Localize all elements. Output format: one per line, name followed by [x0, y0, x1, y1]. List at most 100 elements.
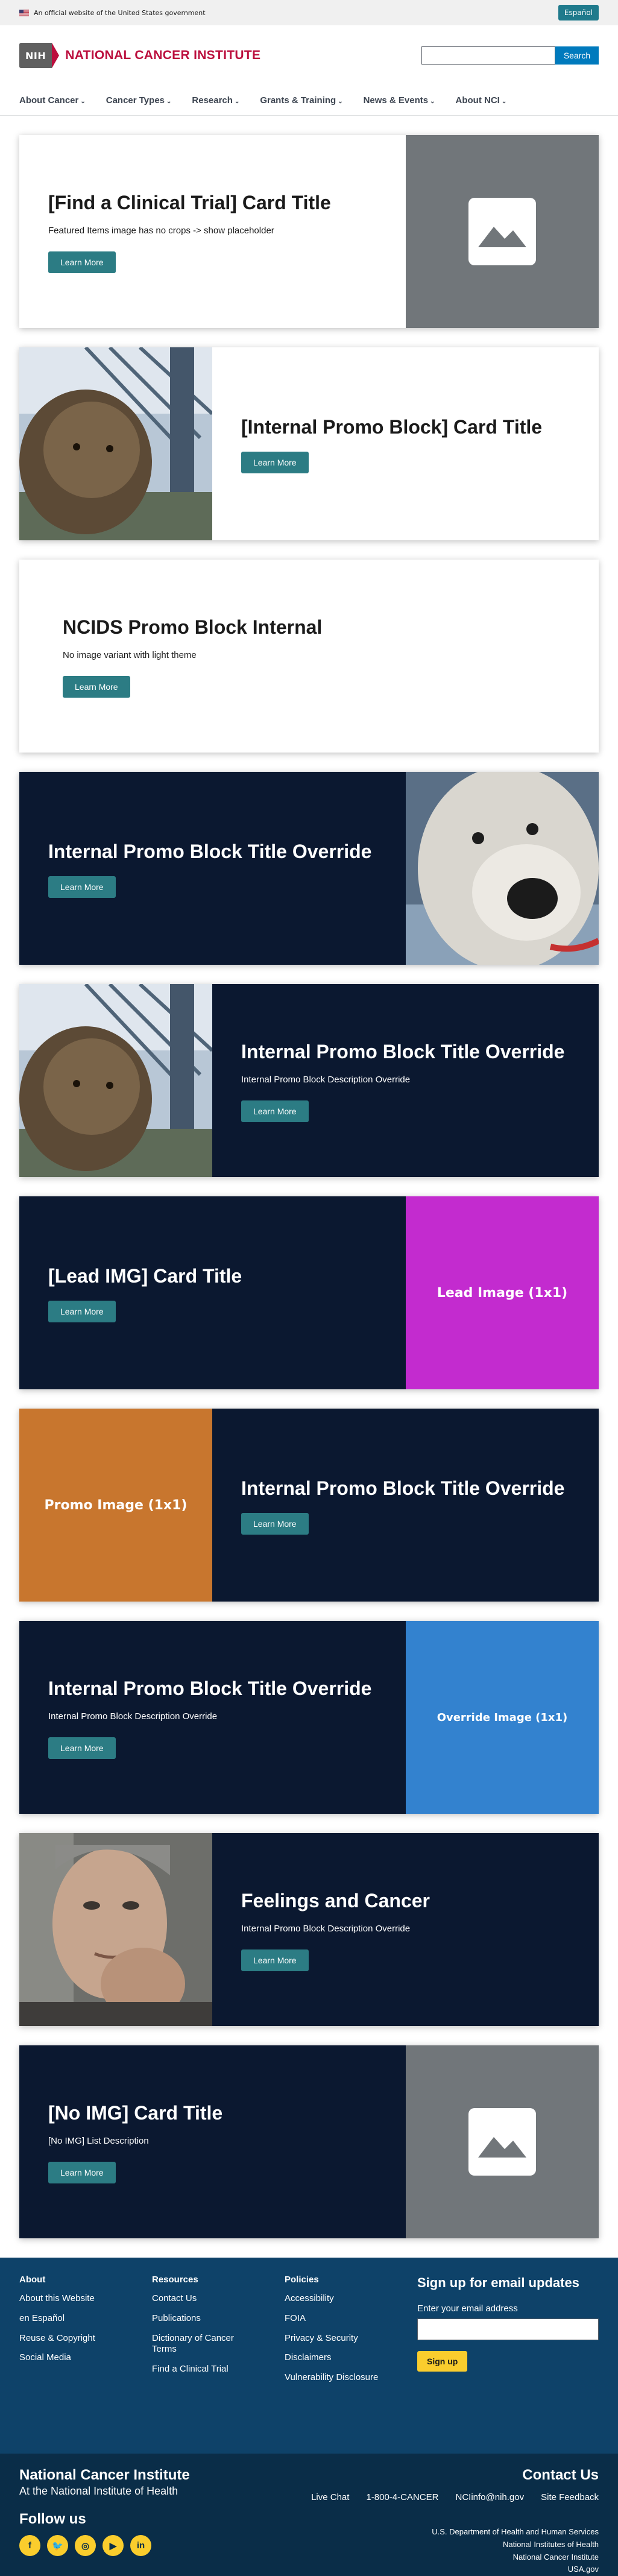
- footer-link[interactable]: Privacy & Security: [285, 2333, 417, 2344]
- learn-more-button[interactable]: Learn More: [48, 1737, 116, 1759]
- card-title: [Find a Clinical Trial] Card Title: [48, 192, 331, 214]
- main-nav: About Cancer ⌄ Cancer Types ⌄ Research ⌄ Gr…: [0, 86, 618, 116]
- learn-more-button[interactable]: Learn More: [241, 451, 309, 473]
- card-text: [Internal Promo Block] Card Title Learn …: [212, 347, 599, 540]
- card-title: Internal Promo Block Title Override: [241, 1041, 565, 1063]
- footer-link[interactable]: Dictionary of Cancer Terms: [152, 2333, 254, 2356]
- dog-bridge-photo: [19, 984, 212, 1177]
- footer-col-about: About About this Website en Español Reus…: [19, 2275, 152, 2454]
- youtube-icon[interactable]: ▶: [102, 2535, 124, 2556]
- nav-research[interactable]: Research ⌄: [192, 95, 239, 106]
- gov-link[interactable]: USA.gov: [432, 2563, 599, 2576]
- learn-more-button[interactable]: Learn More: [48, 251, 116, 273]
- card-text: [Lead IMG] Card Title Learn More: [19, 1196, 406, 1389]
- card-text: [Find a Clinical Trial] Card Title Featu…: [19, 135, 406, 328]
- live-chat-link[interactable]: Live Chat: [311, 2492, 349, 2502]
- nih-logo-text: NIH: [19, 43, 52, 68]
- footer-heading: Policies: [285, 2275, 319, 2285]
- footer-link[interactable]: Disclaimers: [285, 2352, 417, 2364]
- espanol-button[interactable]: Español: [558, 5, 599, 21]
- footer-link[interactable]: About this Website: [19, 2293, 152, 2305]
- search-form: Search: [421, 46, 599, 65]
- card-text: [No IMG] Card Title [No IMG] List Descri…: [19, 2045, 406, 2238]
- footer-link[interactable]: FOIA: [285, 2313, 417, 2325]
- footer-link[interactable]: Social Media: [19, 2352, 152, 2364]
- footer-col-resources: Resources Contact Us Publications Dictio…: [152, 2275, 285, 2454]
- card-description: [No IMG] List Description: [48, 2136, 149, 2147]
- sub-footer: National Cancer Institute At the Nationa…: [0, 2454, 618, 2576]
- nih-arrow-icon: [52, 43, 60, 68]
- promo-card: Promo Image (1x1) Internal Promo Block T…: [19, 1409, 599, 1602]
- image-placeholder: [406, 135, 599, 328]
- phone-link[interactable]: 1-800-4-CANCER: [366, 2492, 438, 2502]
- card-text: Internal Promo Block Title Override Inte…: [212, 984, 599, 1177]
- linkedin-icon[interactable]: in: [130, 2535, 151, 2556]
- nav-label: Research: [192, 95, 233, 106]
- logo-name: NATIONAL CANCER INSTITUTE: [65, 48, 261, 62]
- nci-logo[interactable]: NIH NATIONAL CANCER INSTITUTE: [19, 43, 260, 68]
- chevron-down-icon: ⌄: [234, 98, 240, 105]
- search-input[interactable]: [421, 46, 555, 65]
- footer-link[interactable]: en Español: [19, 2313, 152, 2325]
- card-description: Internal Promo Block Description Overrid…: [241, 1924, 411, 1934]
- signup-label: Enter your email address: [417, 2303, 518, 2314]
- card-description: Featured Items image has no crops -> sho…: [48, 226, 274, 236]
- lead-image: Lead Image (1x1): [406, 1196, 599, 1389]
- nav-about-cancer[interactable]: About Cancer ⌄: [19, 95, 86, 106]
- nav-grants-training[interactable]: Grants & Training ⌄: [260, 95, 342, 106]
- learn-more-button[interactable]: Learn More: [63, 675, 130, 698]
- card-title: Feelings and Cancer: [241, 1890, 430, 1912]
- card-title: [No IMG] Card Title: [48, 2102, 223, 2124]
- dog-bridge-photo: [19, 347, 212, 540]
- footer-link[interactable]: Publications: [152, 2313, 285, 2325]
- learn-more-button[interactable]: Learn More: [48, 876, 116, 898]
- learn-more-button[interactable]: Learn More: [241, 1949, 309, 1971]
- card-text: NCIDS Promo Block Internal No image vari…: [19, 560, 599, 753]
- footer-link[interactable]: Find a Clinical Trial: [152, 2364, 285, 2375]
- card-image: Lead Image (1x1): [406, 1196, 599, 1389]
- promo-card: [Internal Promo Block] Card Title Learn …: [19, 347, 599, 540]
- nav-about-nci[interactable]: About NCI ⌄: [456, 95, 507, 106]
- card-description: No image variant with light theme: [63, 650, 197, 661]
- gov-banner: An official website of the United States…: [0, 0, 618, 25]
- promo-card: [Find a Clinical Trial] Card Title Featu…: [19, 135, 599, 328]
- footer-link[interactable]: Reuse & Copyright: [19, 2333, 152, 2344]
- instagram-icon[interactable]: ◎: [75, 2535, 96, 2556]
- learn-more-button[interactable]: Learn More: [48, 2161, 116, 2183]
- gov-banner-left: An official website of the United States…: [19, 9, 206, 17]
- learn-more-button[interactable]: Learn More: [241, 1100, 309, 1122]
- chevron-down-icon: ⌄: [80, 98, 86, 105]
- card-title: NCIDS Promo Block Internal: [63, 616, 323, 639]
- sign-up-button[interactable]: Sign up: [417, 2350, 468, 2372]
- site-footer: About About this Website en Español Reus…: [0, 2258, 618, 2454]
- card-text: Internal Promo Block Title Override Lear…: [212, 1409, 599, 1602]
- site-feedback-link[interactable]: Site Feedback: [541, 2492, 599, 2502]
- twitter-icon[interactable]: 🐦: [47, 2535, 68, 2556]
- gov-link[interactable]: National Cancer Institute: [432, 2551, 599, 2564]
- gov-link[interactable]: U.S. Department of Health and Human Serv…: [432, 2526, 599, 2539]
- promo-card: [Lead IMG] Card Title Learn More Lead Im…: [19, 1196, 599, 1389]
- contact-us-heading: Contact Us: [522, 2467, 599, 2483]
- search-button[interactable]: Search: [555, 46, 599, 65]
- image-placeholder-icon: [468, 198, 536, 265]
- facebook-icon[interactable]: f: [19, 2535, 40, 2556]
- footer-link[interactable]: Accessibility: [285, 2293, 417, 2305]
- learn-more-button[interactable]: Learn More: [241, 1512, 309, 1535]
- gov-link[interactable]: National Institutes of Health: [432, 2539, 599, 2551]
- footer-link[interactable]: Contact Us: [152, 2293, 285, 2305]
- chevron-down-icon: ⌄: [430, 98, 435, 105]
- footer-col-policies: Policies Accessibility FOIA Privacy & Se…: [285, 2275, 417, 2454]
- promo-card: Feelings and Cancer Internal Promo Block…: [19, 1833, 599, 2026]
- signup-title: Sign up for email updates: [417, 2275, 579, 2290]
- nav-news-events[interactable]: News & Events ⌄: [364, 95, 435, 106]
- elderly-woman-photo: [19, 1833, 212, 2026]
- email-signup: Sign up for email updates Enter your ema…: [417, 2275, 599, 2454]
- learn-more-button[interactable]: Learn More: [48, 1300, 116, 1322]
- contact-links: Live Chat 1-800-4-CANCER NCIinfo@nih.gov…: [311, 2492, 599, 2502]
- footer-link[interactable]: Vulnerability Disclosure: [285, 2372, 417, 2384]
- nav-cancer-types[interactable]: Cancer Types ⌄: [106, 95, 172, 106]
- email-field[interactable]: [417, 2318, 599, 2340]
- card-image: [19, 1833, 212, 2026]
- nav-label: About NCI: [455, 95, 500, 106]
- email-link[interactable]: NCIinfo@nih.gov: [455, 2492, 524, 2502]
